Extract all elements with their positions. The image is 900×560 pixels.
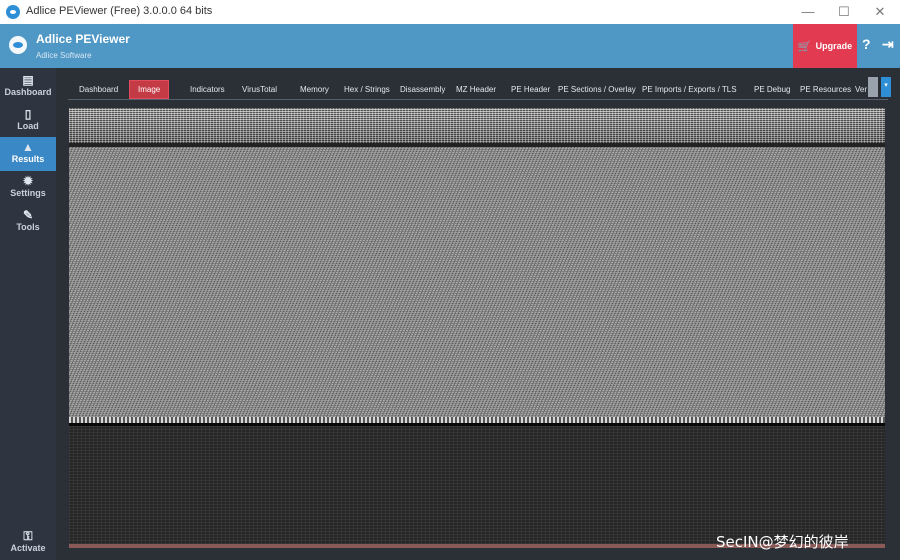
key-icon: ⚿ [23, 529, 33, 543]
tab-dashboard[interactable]: Dashboard [79, 80, 118, 99]
sidebar-item-tools[interactable]: ✎ Tools [0, 205, 56, 239]
help-icon[interactable]: ? [862, 36, 871, 52]
tab-scroll-thumb[interactable] [868, 77, 878, 97]
app-icon [6, 5, 20, 19]
title-bar: Adlice PEViewer (Free) 3.0.0.0 64 bits —… [0, 0, 900, 25]
tab-memory[interactable]: Memory [300, 80, 329, 99]
main-panel: Dashboard Image Indicators VirusTotal Me… [56, 68, 900, 560]
app-header: Adlice PEViewer Adlice Software 🛒 Upgrad… [0, 24, 900, 68]
sidebar-item-label: Activate [10, 543, 46, 553]
file-icon: ▯ [24, 107, 32, 121]
sidebar-item-label: Settings [10, 188, 46, 198]
upgrade-button[interactable]: 🛒 Upgrade [793, 24, 857, 68]
tab-divider [68, 99, 888, 100]
sidebar-item-load[interactable]: ▯ Load [0, 104, 56, 138]
tab-scroll-down-icon[interactable]: ▾ [881, 77, 891, 97]
flask-icon: ▲ [22, 140, 34, 154]
sidebar-item-label: Results [11, 154, 45, 164]
binary-image-visualization [69, 108, 885, 548]
tab-pe-resources[interactable]: PE Resources [800, 80, 851, 99]
cart-icon: 🛒 [797, 40, 812, 53]
sidebar-item-label: Dashboard [4, 87, 52, 97]
tab-version[interactable]: Ver [855, 80, 867, 99]
gear-icon: ✹ [22, 174, 34, 188]
chart-icon: ▤ [22, 73, 34, 87]
sidebar-item-label: Load [17, 121, 39, 131]
tab-pe-debug[interactable]: PE Debug [754, 80, 790, 99]
tab-indicators[interactable]: Indicators [190, 80, 225, 99]
tab-virustotal[interactable]: VirusTotal [242, 80, 277, 99]
minimize-button[interactable]: — [790, 0, 826, 24]
sidebar-item-activate[interactable]: ⚿ Activate [0, 526, 56, 560]
tab-image[interactable]: Image [129, 80, 170, 99]
window-title: Adlice PEViewer (Free) 3.0.0.0 64 bits [26, 5, 213, 17]
sidebar-item-results[interactable]: ▲ Results [0, 137, 56, 171]
watermark: SecIN@梦幻的彼岸 [716, 533, 849, 551]
low-entropy-region [69, 426, 885, 544]
sidebar-item-label: Tools [16, 222, 40, 232]
company-name: Adlice Software [36, 51, 92, 60]
wrench-icon: ✎ [22, 208, 34, 222]
tab-disassembly[interactable]: Disassembly [400, 80, 445, 99]
tab-pe-header[interactable]: PE Header [511, 80, 550, 99]
sidebar-item-settings[interactable]: ✹ Settings [0, 171, 56, 205]
tab-bar: Dashboard Image Indicators VirusTotal Me… [68, 80, 888, 100]
maximize-button[interactable]: ☐ [826, 0, 862, 24]
close-button[interactable]: ✕ [862, 0, 898, 24]
sidebar-item-dashboard[interactable]: ▤ Dashboard [0, 70, 56, 104]
header-region [69, 108, 885, 143]
upgrade-label: Upgrade [815, 41, 853, 51]
tab-pe-imports-exports-tls[interactable]: PE Imports / Exports / TLS [642, 80, 737, 99]
app-name: Adlice PEViewer [36, 32, 130, 46]
eye-logo-icon [9, 36, 27, 54]
tab-mz-header[interactable]: MZ Header [456, 80, 496, 99]
high-entropy-region [69, 147, 885, 417]
logout-icon[interactable]: ⇥ [882, 36, 894, 53]
tab-hex-strings[interactable]: Hex / Strings [344, 80, 390, 99]
sidebar: ▤ Dashboard ▯ Load ▲ Results ✹ Settings … [0, 68, 56, 560]
tab-pe-sections-overlay[interactable]: PE Sections / Overlay [558, 80, 636, 99]
